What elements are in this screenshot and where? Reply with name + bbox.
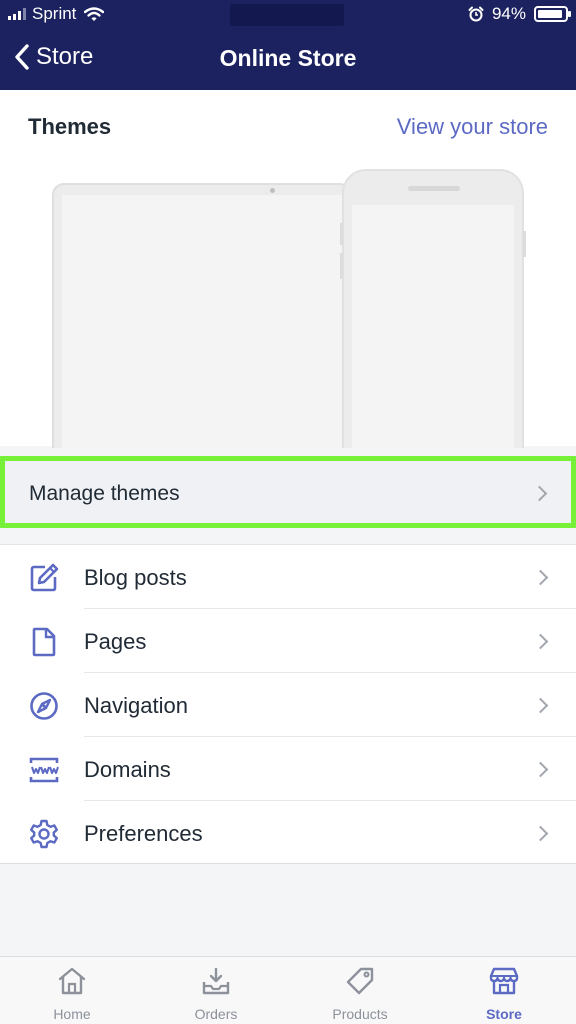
tab-label: Store — [486, 1006, 522, 1022]
menu-item-label: Blog posts — [84, 565, 187, 590]
battery-percent: 94% — [491, 4, 526, 23]
edit-icon — [30, 563, 59, 592]
tab-label: Orders — [194, 1006, 238, 1022]
menu-item-navigation[interactable]: Navigation — [0, 673, 576, 737]
page-title: Online Store — [219, 45, 357, 71]
laptop-preview — [52, 183, 352, 448]
wifi-icon — [84, 6, 105, 21]
tab-bar: Home Orders Products Store — [0, 956, 576, 1024]
store-icon — [489, 967, 519, 995]
chevron-right-icon — [532, 761, 549, 778]
chevron-right-icon — [532, 697, 549, 714]
manage-themes-button[interactable]: Manage themes — [0, 456, 576, 528]
gear-icon — [30, 819, 58, 849]
menu-item-label: Preferences — [84, 821, 203, 846]
redacted-area — [230, 4, 344, 26]
top-bar: Sprint 94% Store Online Store — [0, 0, 576, 90]
carrier-group: Sprint — [8, 4, 105, 24]
status-right: 94% — [468, 4, 571, 24]
menu-item-label: Pages — [84, 629, 147, 654]
nav-bar: Store Online Store — [0, 30, 576, 90]
inbox-icon — [202, 967, 230, 995]
domain-icon — [29, 757, 59, 783]
compass-icon — [30, 692, 58, 720]
chevron-right-icon — [531, 485, 548, 502]
tab-products[interactable]: Products — [288, 957, 432, 1024]
online-store-menu: Blog posts Pages Navigation Domains Pref… — [0, 544, 576, 864]
manage-themes-label: Manage themes — [29, 482, 180, 505]
themes-section: Themes View your store — [0, 90, 576, 448]
chevron-right-icon — [532, 825, 549, 842]
page-icon — [32, 627, 56, 657]
menu-item-blog-posts[interactable]: Blog posts — [0, 545, 576, 609]
phone-preview — [340, 169, 526, 448]
carrier-name: Sprint — [32, 4, 77, 23]
chevron-right-icon — [532, 569, 549, 586]
tab-label: Products — [332, 1006, 388, 1022]
home-icon — [58, 967, 86, 995]
signal-icon — [8, 8, 26, 20]
menu-item-label: Navigation — [84, 693, 188, 718]
alarm-icon — [468, 6, 484, 22]
phone-screen — [352, 205, 514, 448]
themes-heading: Themes — [28, 114, 112, 139]
tab-store[interactable]: Store — [432, 957, 576, 1024]
battery-icon — [534, 6, 571, 22]
laptop-screen — [62, 195, 342, 448]
menu-item-label: Domains — [84, 757, 171, 782]
menu-item-domains[interactable]: Domains — [0, 737, 576, 801]
view-store-link[interactable]: View your store — [397, 114, 548, 140]
tab-orders[interactable]: Orders — [144, 957, 288, 1024]
tab-home[interactable]: Home — [0, 957, 144, 1024]
tab-label: Home — [53, 1006, 91, 1022]
tag-icon — [346, 967, 374, 995]
menu-item-preferences[interactable]: Preferences — [0, 801, 576, 865]
chevron-right-icon — [532, 633, 549, 650]
status-bar: Sprint 94% — [0, 0, 576, 30]
menu-item-pages[interactable]: Pages — [0, 609, 576, 673]
